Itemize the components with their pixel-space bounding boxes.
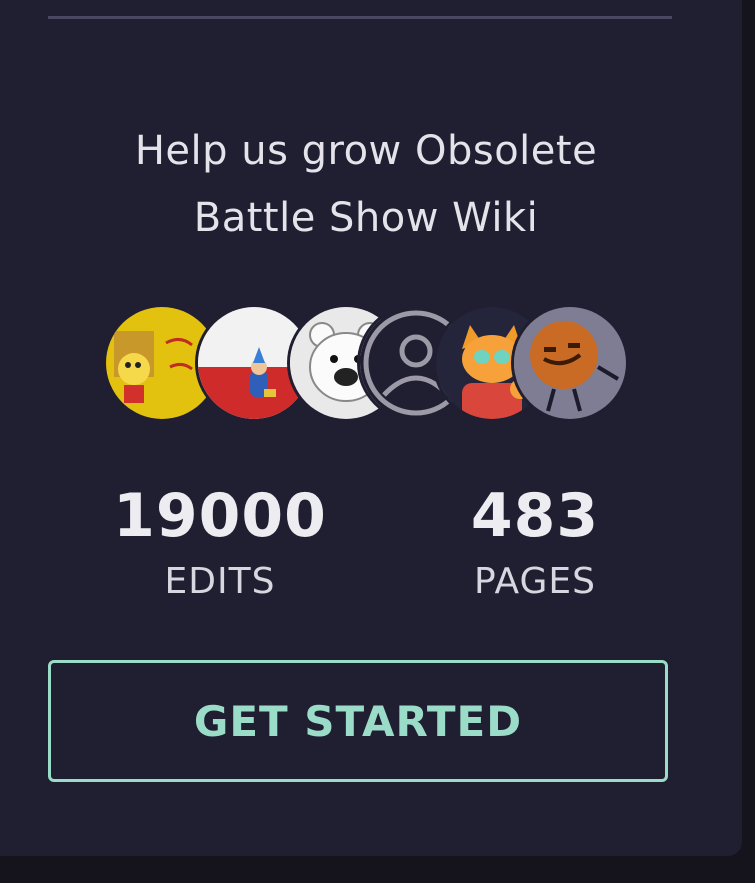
pages-stat: 483 PAGES: [440, 478, 630, 610]
edits-stat: 19000 EDITS: [100, 478, 340, 610]
wiki-growth-card: Help us grow Obsolete Battle Show Wiki 1…: [0, 0, 742, 856]
headline-line-2: Battle Show Wiki: [193, 195, 539, 241]
get-started-button[interactable]: GET STARTED: [48, 660, 668, 782]
divider: [48, 16, 672, 19]
headline-line-1: Help us grow Obsolete: [134, 128, 598, 174]
pages-count: 483: [470, 481, 600, 551]
contributor-avatars: [106, 307, 626, 425]
promo-headline: Help us grow Obsolete Battle Show Wiki: [60, 118, 672, 252]
edits-count: 19000: [113, 481, 327, 551]
edits-label: EDITS: [164, 561, 276, 602]
pages-label: PAGES: [474, 561, 596, 602]
cookie-character-avatar[interactable]: [514, 307, 626, 419]
